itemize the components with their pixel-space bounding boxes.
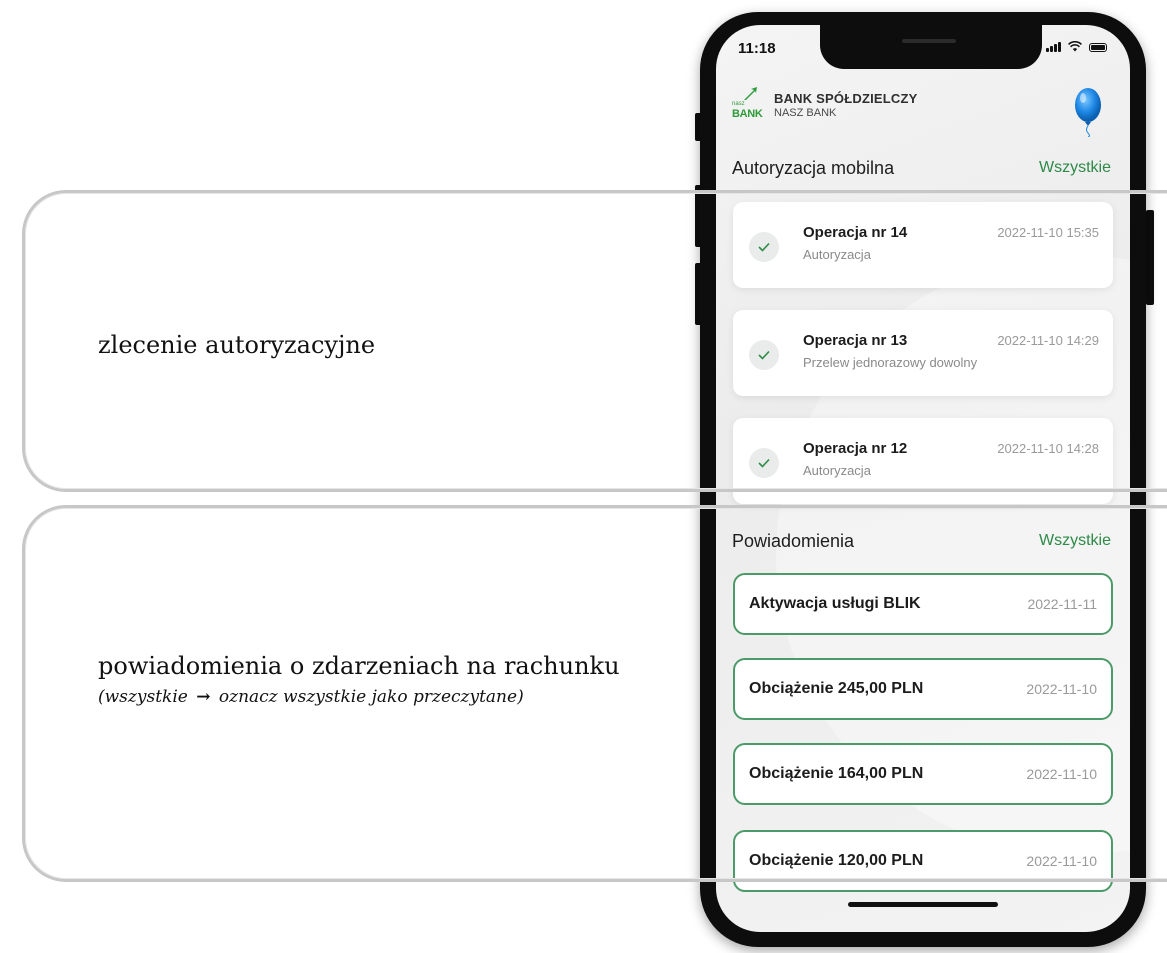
signal-icon xyxy=(1046,42,1061,52)
leaf-icon xyxy=(744,87,757,100)
arrow-right-icon: → xyxy=(196,687,211,707)
status-icons xyxy=(1046,41,1107,52)
bank-subname: NASZ BANK xyxy=(774,107,837,119)
notch xyxy=(820,25,1042,69)
status-time: 11:18 xyxy=(738,40,776,57)
auth-section-title: Autoryzacja mobilna xyxy=(732,158,895,178)
logo-main-text: BANK xyxy=(732,108,763,120)
bank-logo: nasz BANK xyxy=(732,87,763,121)
logo-small-text: nasz xyxy=(732,101,745,107)
sublabel-after: oznacz wszystkie jako przeczytane) xyxy=(218,687,524,707)
sublabel-before: (wszystkie xyxy=(98,687,188,707)
auth-all-link[interactable]: Wszystkie xyxy=(1039,159,1111,177)
authorization-callout-label: zlecenie autoryzacyjne xyxy=(98,331,376,359)
speaker-grille xyxy=(902,39,956,43)
wifi-icon xyxy=(1068,41,1082,52)
home-indicator[interactable] xyxy=(848,902,998,907)
notifications-callout-label: powiadomienia o zdarzeniach na rachunku xyxy=(98,652,620,680)
notifications-callout-sublabel: (wszystkie → oznacz wszystkie jako przec… xyxy=(98,687,524,707)
balloon-icon[interactable] xyxy=(1071,85,1105,137)
battery-icon xyxy=(1089,43,1107,52)
bank-name: BANK SPÓŁDZIELCZY xyxy=(774,91,918,106)
